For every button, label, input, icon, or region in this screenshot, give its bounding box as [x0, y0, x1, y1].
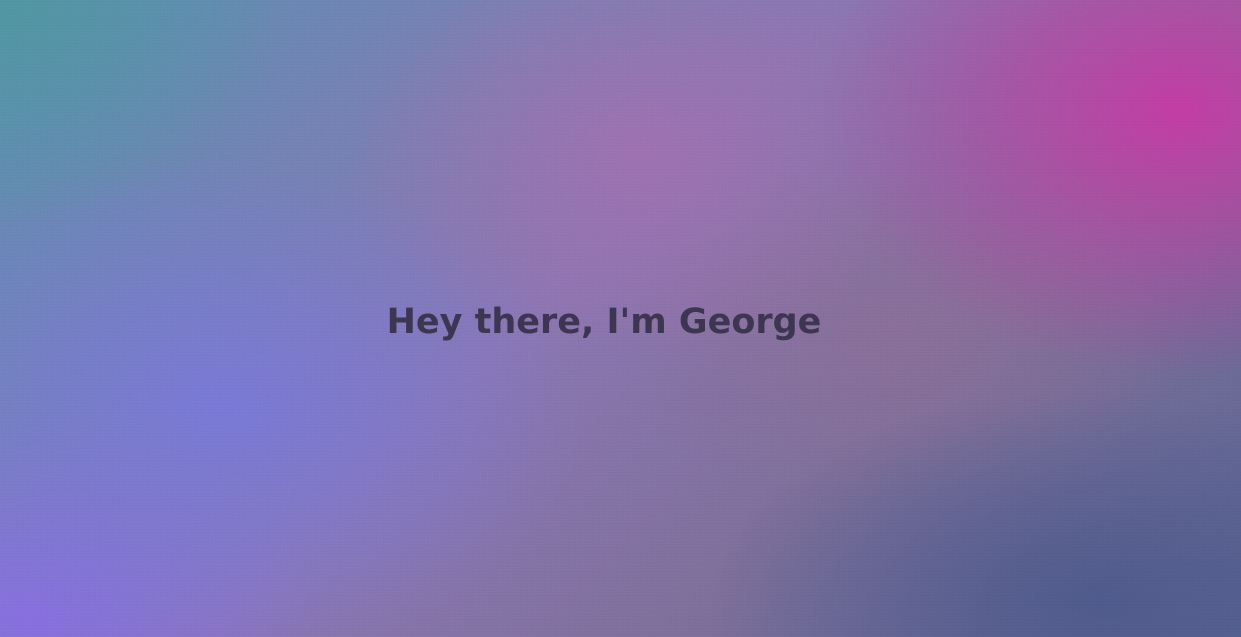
- hero-section: Hey there, I'm George: [0, 0, 1241, 637]
- hero-headline: Hey there, I'm George: [386, 302, 822, 342]
